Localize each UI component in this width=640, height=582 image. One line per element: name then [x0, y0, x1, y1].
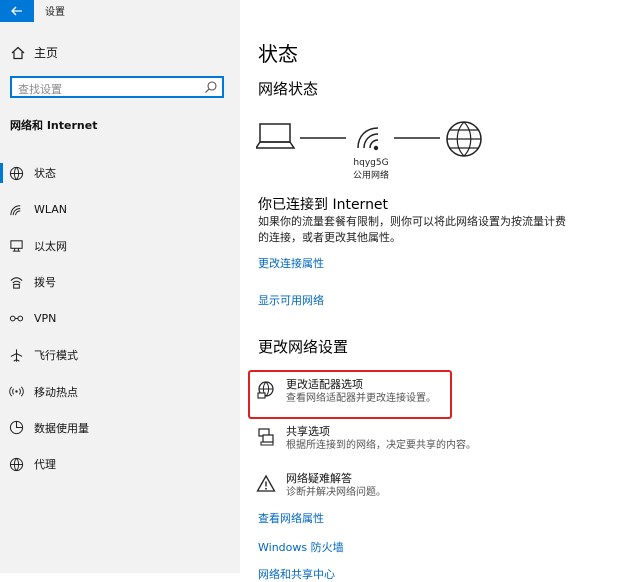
- network-status-heading: 网络状态: [258, 80, 319, 98]
- wifi-signal-icon: [357, 127, 379, 151]
- windows-firewall-link[interactable]: Windows 防火墙: [258, 539, 344, 555]
- sidebar-item-label: 飞行模式: [34, 349, 78, 363]
- vpn-icon: [9, 315, 24, 322]
- home-nav-item[interactable]: 主页: [10, 44, 58, 61]
- computer-icon: [256, 123, 296, 149]
- adapter-icon: [257, 381, 274, 399]
- back-arrow-icon: [11, 6, 22, 16]
- sharing-icon: [258, 428, 274, 446]
- option-troubleshoot[interactable]: 网络疑难解答 诊断并解决网络问题。: [256, 472, 386, 500]
- sidebar-item-wlan[interactable]: WLAN: [0, 191, 240, 227]
- sidebar-item-label: 代理: [34, 458, 56, 472]
- sidebar-item-label: 拨号: [34, 276, 56, 290]
- ethernet-icon: [10, 240, 23, 253]
- app-title: 设置: [45, 7, 65, 18]
- sidebar-item-status[interactable]: 状态: [0, 155, 240, 191]
- option-title: 共享选项: [286, 425, 330, 438]
- sidebar-item-proxy[interactable]: 代理: [0, 446, 240, 482]
- sidebar-item-label: 以太网: [34, 239, 67, 253]
- connected-description: 如果你的流量套餐有限制，则你可以将此网络设置为按流量计费的连接，或者更改其他属性…: [258, 215, 566, 244]
- home-icon: [11, 46, 25, 59]
- sidebar-item-label: 数据使用量: [34, 421, 89, 435]
- sidebar-item-dialup[interactable]: 拨号: [0, 264, 240, 300]
- sidebar-item-ethernet[interactable]: 以太网: [0, 228, 240, 264]
- sidebar-item-data-usage[interactable]: 数据使用量: [0, 410, 240, 446]
- option-sharing[interactable]: 共享选项 根据所连接到的网络，决定要共享的内容。: [256, 425, 476, 453]
- search-input[interactable]: [12, 80, 198, 99]
- option-subtitle: 诊断并解决网络问题。: [286, 487, 386, 498]
- option-title: 更改适配器选项: [286, 378, 363, 391]
- change-connection-properties-link[interactable]: 更改连接属性: [258, 255, 324, 271]
- search-box[interactable]: [10, 76, 224, 99]
- view-network-properties-link[interactable]: 查看网络属性: [258, 510, 324, 526]
- sidebar: 设置 主页 网络和 Internet 状态 WLAN: [0, 0, 240, 573]
- sidebar-item-vpn[interactable]: VPN: [0, 301, 240, 337]
- globe-icon: [9, 457, 24, 471]
- dialup-icon: [10, 277, 23, 289]
- network-type: 公用网络: [352, 171, 389, 181]
- airplane-icon: [10, 349, 23, 362]
- page-title: 状态: [258, 42, 298, 66]
- wifi-icon: [10, 205, 21, 216]
- section-label: 网络和 Internet: [10, 119, 98, 132]
- data-usage-icon: [9, 421, 24, 435]
- option-change-adapter[interactable]: 更改适配器选项 查看网络适配器并更改连接设置。: [256, 378, 436, 406]
- sidebar-item-label: VPN: [34, 312, 57, 326]
- title-bar: 设置: [0, 0, 240, 22]
- option-subtitle: 查看网络适配器并更改连接设置。: [286, 393, 436, 404]
- change-network-settings-heading: 更改网络设置: [258, 338, 349, 356]
- sidebar-item-label: WLAN: [34, 203, 68, 217]
- sidebar-item-label: 状态: [34, 167, 56, 181]
- warning-icon: [256, 474, 276, 492]
- show-available-networks-link[interactable]: 显示可用网络: [258, 292, 324, 308]
- sidebar-item-label: 移动热点: [34, 385, 78, 399]
- connected-heading: 你已连接到 Internet: [258, 197, 389, 213]
- back-button[interactable]: [0, 0, 34, 22]
- sidebar-item-mobile-hotspot[interactable]: 移动热点: [0, 373, 240, 409]
- hotspot-icon: [9, 386, 24, 397]
- search-icon[interactable]: [204, 80, 218, 94]
- option-title: 网络疑难解答: [286, 472, 352, 485]
- network-sharing-center-link[interactable]: 网络和共享中心: [258, 566, 335, 582]
- sidebar-item-airplane-mode[interactable]: 飞行模式: [0, 337, 240, 373]
- network-name-label: hqyg5G 公用网络: [338, 157, 404, 183]
- main-content: 状态 网络状态 hqyg5G 公用网络 你已连接到 Internet 如果你的流…: [240, 0, 640, 581]
- sidebar-nav: 状态 WLAN 以太网 拨号 VPN 飞行模式 移动热点 数据使用量 代理: [0, 155, 240, 483]
- status-icon: [9, 166, 24, 180]
- network-name: hqyg5G: [353, 158, 389, 168]
- home-label: 主页: [34, 46, 59, 60]
- option-subtitle: 根据所连接到的网络，决定要共享的内容。: [286, 440, 476, 451]
- internet-globe-icon: [446, 121, 482, 157]
